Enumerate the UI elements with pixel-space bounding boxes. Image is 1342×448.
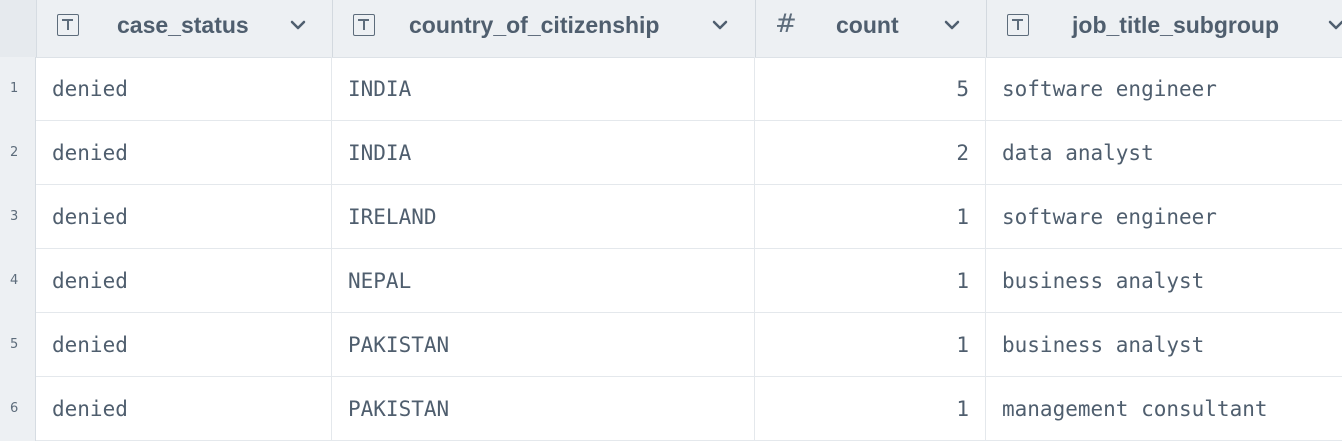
cell-count[interactable]: 2 [755, 121, 986, 185]
table-row[interactable]: 1 denied INDIA 5 software engineer [0, 57, 1342, 121]
column-header-country-of-citizenship[interactable]: country_of_citizenship [333, 0, 756, 57]
cell-job-title[interactable]: business analyst [986, 249, 1342, 313]
data-table: case_status country_of_citizenship # cou… [0, 0, 1342, 448]
cell-case-status[interactable]: denied [36, 313, 332, 377]
cell-count[interactable]: 1 [755, 249, 986, 313]
table-row[interactable]: 3 denied IRELAND 1 software engineer [0, 185, 1342, 249]
column-header-count[interactable]: # count [756, 0, 987, 57]
table-row[interactable]: 6 denied PAKISTAN 1 management consultan… [0, 377, 1342, 441]
chevron-down-icon[interactable] [1327, 16, 1342, 34]
row-number: 3 [0, 185, 36, 249]
text-type-icon [353, 14, 375, 36]
cell-count[interactable]: 1 [755, 377, 986, 441]
cell-count[interactable]: 1 [755, 313, 986, 377]
cell-country[interactable]: PAKISTAN [332, 313, 755, 377]
column-header-case-status[interactable]: case_status [37, 0, 333, 57]
cell-count[interactable]: 1 [755, 185, 986, 249]
cell-job-title[interactable]: management consultant [986, 377, 1342, 441]
column-title: job_title_subgroup [1072, 12, 1279, 38]
cell-country[interactable]: INDIA [332, 57, 755, 121]
text-type-icon [57, 14, 79, 36]
column-title: case_status [117, 12, 249, 38]
table-row[interactable]: 2 denied INDIA 2 data analyst [0, 121, 1342, 185]
number-type-icon: # [775, 9, 797, 39]
chevron-down-icon[interactable] [711, 16, 729, 34]
cell-case-status[interactable]: denied [36, 185, 332, 249]
cell-case-status[interactable]: denied [36, 57, 332, 121]
row-number: 2 [0, 121, 36, 185]
cell-country[interactable]: IRELAND [332, 185, 755, 249]
cell-job-title[interactable]: business analyst [986, 313, 1342, 377]
chevron-down-icon[interactable] [289, 16, 307, 34]
row-number: 5 [0, 313, 36, 377]
column-header-job-title-subgroup[interactable]: job_title_subgroup [987, 0, 1342, 57]
column-title: count [836, 12, 899, 38]
chevron-down-icon[interactable] [943, 16, 961, 34]
table-row[interactable]: 4 denied NEPAL 1 business analyst [0, 249, 1342, 313]
row-number: 4 [0, 249, 36, 313]
cell-job-title[interactable]: software engineer [986, 185, 1342, 249]
row-number: 1 [0, 57, 36, 121]
cell-case-status[interactable]: denied [36, 377, 332, 441]
cell-country[interactable]: INDIA [332, 121, 755, 185]
table-header: case_status country_of_citizenship # cou… [0, 0, 1342, 58]
cell-count[interactable]: 5 [755, 57, 986, 121]
cell-job-title[interactable]: software engineer [986, 57, 1342, 121]
cell-country[interactable]: NEPAL [332, 249, 755, 313]
cell-country[interactable]: PAKISTAN [332, 377, 755, 441]
text-type-icon [1007, 14, 1029, 36]
cell-case-status[interactable]: denied [36, 249, 332, 313]
cell-job-title[interactable]: data analyst [986, 121, 1342, 185]
cell-case-status[interactable]: denied [36, 121, 332, 185]
row-number-corner [0, 0, 37, 57]
table-row[interactable]: 5 denied PAKISTAN 1 business analyst [0, 313, 1342, 377]
row-number: 6 [0, 377, 36, 441]
column-title: country_of_citizenship [409, 12, 660, 38]
